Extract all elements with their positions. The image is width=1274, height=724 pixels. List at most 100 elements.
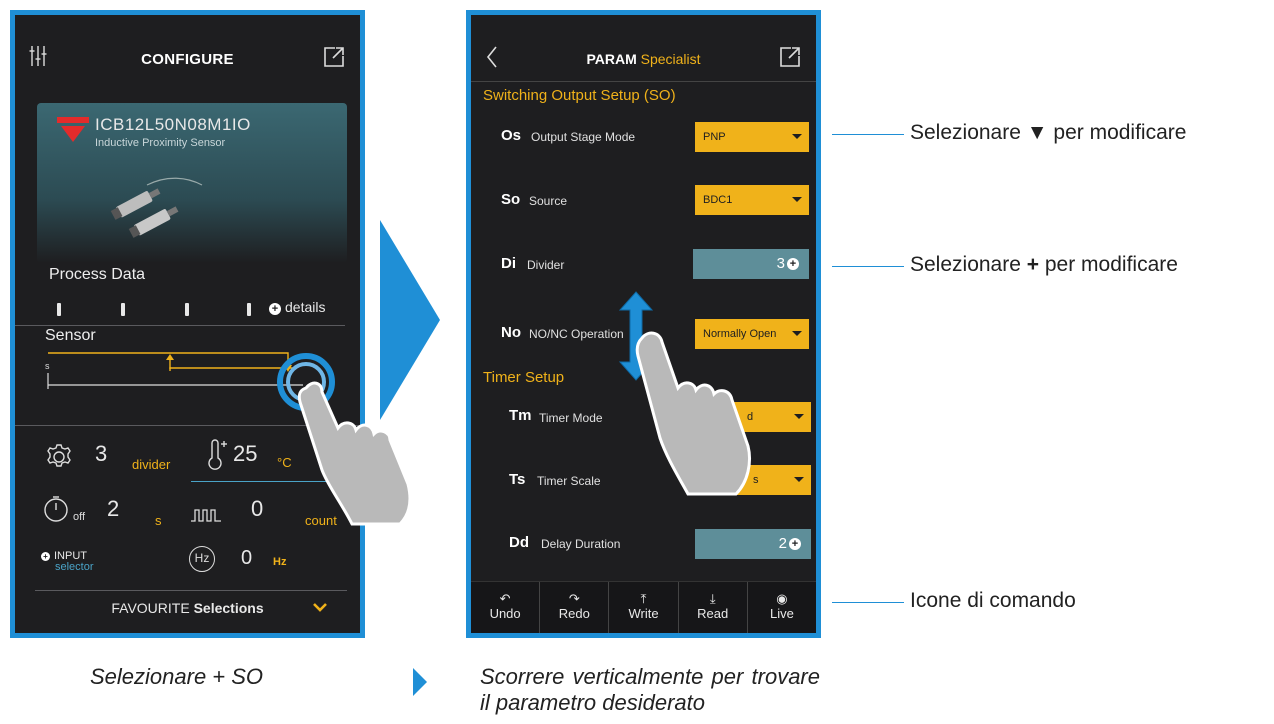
write-button[interactable]: ⤒ Write bbox=[609, 582, 679, 633]
live-icon: ◉ bbox=[776, 591, 788, 606]
param-desc-ts: Timer Scale bbox=[537, 474, 601, 488]
number-value: 2 bbox=[778, 535, 787, 552]
redo-label: Redo bbox=[558, 606, 590, 621]
process-data-title: Process Data bbox=[49, 266, 146, 283]
export-icon[interactable] bbox=[778, 45, 802, 69]
caption-left: Selezionare + SO bbox=[90, 664, 264, 689]
gear-icon bbox=[47, 444, 71, 467]
plus-icon: + bbox=[1026, 253, 1040, 276]
divider bbox=[471, 81, 816, 82]
hz-icon: Hz bbox=[189, 546, 215, 572]
param-code-tm: Tm bbox=[509, 407, 532, 424]
title-accent: Specialist bbox=[640, 51, 701, 67]
divider-number-input[interactable]: 3 + bbox=[693, 249, 809, 279]
small-arrow-icon bbox=[413, 668, 427, 696]
param-code-dd: Dd bbox=[509, 534, 529, 551]
annotation-select-dropdown: Selezionare ▼ per modificare bbox=[910, 121, 1186, 145]
annotation-line bbox=[832, 602, 904, 603]
live-button[interactable]: ◉ Live bbox=[748, 582, 816, 633]
write-label: Write bbox=[628, 606, 659, 621]
title-bold: PARAM bbox=[586, 51, 637, 67]
param-code-so: So bbox=[501, 191, 521, 208]
command-bar: ↶ Undo ↷ Redo ⤒ Write ⤓ Read ◉ Live bbox=[471, 581, 816, 633]
delay-number-input[interactable]: 2 + bbox=[695, 529, 811, 559]
sensor-title: Sensor bbox=[45, 327, 96, 344]
select-value: d bbox=[747, 411, 754, 423]
divider bbox=[15, 425, 360, 426]
plus-circle-icon[interactable]: + bbox=[787, 258, 799, 270]
timer-unit: s bbox=[155, 513, 162, 528]
input-sub: selector bbox=[55, 561, 94, 573]
read-button[interactable]: ⤓ Read bbox=[679, 582, 748, 633]
configure-screen: CONFIGURE ICB12L50N08M1IO Inductive Prox… bbox=[10, 10, 365, 638]
param-desc-tm: Timer Mode bbox=[539, 411, 603, 425]
process-bar bbox=[247, 303, 251, 316]
favourite-selections-bar[interactable]: FAVOURITE Selections bbox=[15, 600, 360, 616]
header: CONFIGURE bbox=[15, 15, 360, 101]
read-label: Read bbox=[697, 606, 729, 621]
page-title: CONFIGURE bbox=[141, 51, 234, 68]
upload-icon: ⤒ bbox=[640, 591, 647, 606]
param-code-ts: Ts bbox=[509, 471, 526, 488]
source-select[interactable]: BDC1 bbox=[695, 185, 809, 215]
param-desc-os: Output Stage Mode bbox=[531, 130, 636, 144]
timer-scale-select[interactable]: s bbox=[697, 465, 811, 495]
pulse-icon bbox=[191, 509, 221, 522]
divider-value: 3 bbox=[95, 441, 108, 466]
arrow-right-icon bbox=[380, 220, 440, 420]
export-icon[interactable] bbox=[322, 45, 346, 69]
annotation-suffix: per modificare bbox=[1044, 253, 1178, 276]
annotation-suffix: per modificare bbox=[1053, 121, 1187, 144]
sensor-chart: s bbox=[45, 352, 303, 389]
timer-value: 2 bbox=[107, 496, 120, 521]
plus-circle-icon: + bbox=[41, 552, 50, 561]
brand-logo-icon bbox=[57, 117, 89, 142]
select-value: BDC1 bbox=[703, 194, 733, 206]
timer-sub: off bbox=[73, 511, 86, 523]
select-value: PNP bbox=[703, 131, 726, 143]
plus-circle-icon[interactable]: + bbox=[789, 538, 801, 550]
caret-down-icon bbox=[792, 197, 802, 202]
plus-circle-icon: + bbox=[269, 303, 281, 315]
device-model: ICB12L50N08M1IO bbox=[95, 115, 251, 134]
input-selector-button[interactable]: + INPUT selector bbox=[41, 551, 94, 573]
process-data-bars bbox=[57, 303, 257, 317]
sensor-image bbox=[110, 177, 203, 238]
device-type: Inductive Proximity Sensor bbox=[95, 137, 226, 149]
param-specialist-screen: PARAM Specialist Switching Output Setup … bbox=[466, 10, 821, 638]
live-label: Live bbox=[769, 606, 794, 621]
chevron-down-icon[interactable] bbox=[312, 602, 328, 612]
thermometer-icon bbox=[208, 439, 227, 470]
details-label: details bbox=[285, 299, 326, 315]
timer-mode-select[interactable]: d bbox=[697, 402, 811, 432]
annotation-select-plus: Selezionare + per modificare bbox=[910, 253, 1178, 277]
section-title-so: Switching Output Setup (SO) bbox=[483, 87, 676, 104]
redo-button[interactable]: ↷ Redo bbox=[540, 582, 610, 633]
device-card[interactable]: ICB12L50N08M1IO Inductive Proximity Sens… bbox=[37, 103, 347, 263]
triangle-down-icon: ▼ bbox=[1026, 121, 1048, 144]
param-code-di: Di bbox=[501, 255, 516, 272]
count-label: count bbox=[305, 513, 337, 528]
param-code-os: Os bbox=[501, 127, 522, 144]
no-nc-select[interactable]: Normally Open bbox=[695, 319, 809, 349]
divider bbox=[15, 325, 345, 326]
favourite-bold: Selections bbox=[193, 600, 264, 616]
redo-icon: ↷ bbox=[568, 591, 580, 606]
temperature-unit: °C bbox=[277, 455, 292, 470]
hz-unit: Hz bbox=[273, 556, 287, 568]
timer-icon bbox=[44, 496, 68, 522]
hz-value: 0 bbox=[241, 547, 253, 569]
caption-right: Scorrere verticalmente per trovare il pa… bbox=[480, 664, 820, 715]
sensor-axis-label: s bbox=[45, 361, 50, 371]
section-title-timer: Timer Setup bbox=[483, 369, 565, 386]
divider-label: divider bbox=[132, 457, 171, 472]
details-button[interactable]: + details bbox=[269, 299, 325, 315]
output-stage-select[interactable]: PNP bbox=[695, 122, 809, 152]
select-value: s bbox=[753, 474, 759, 486]
page-title: PARAM Specialist bbox=[471, 51, 816, 67]
download-icon: ⤓ bbox=[709, 591, 716, 606]
annotation-prefix: Selezionare bbox=[910, 121, 1021, 144]
number-value: 3 bbox=[776, 255, 785, 272]
process-bar bbox=[185, 303, 189, 316]
undo-button[interactable]: ↶ Undo bbox=[471, 582, 541, 633]
